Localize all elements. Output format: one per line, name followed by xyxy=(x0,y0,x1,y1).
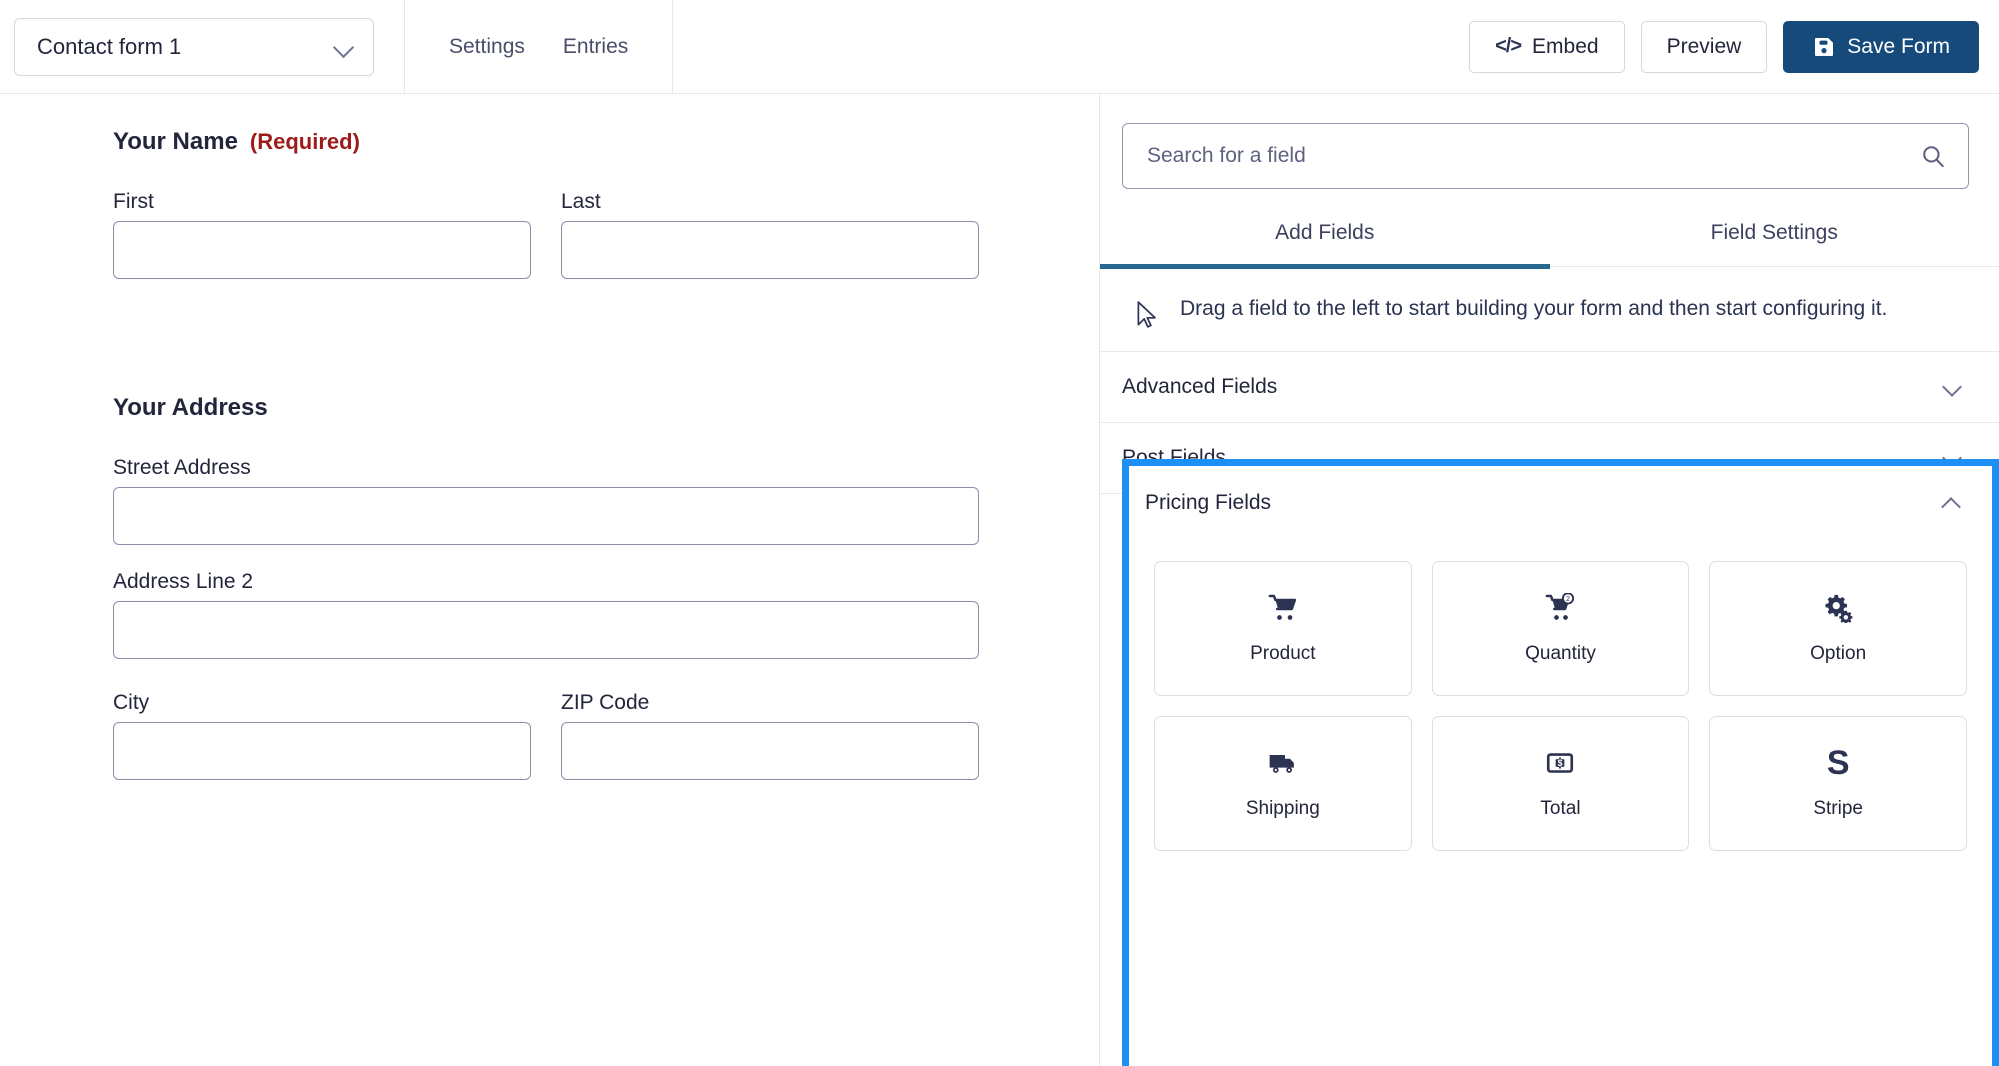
street-address-input[interactable] xyxy=(113,487,979,545)
chevron-down-icon[interactable] xyxy=(1943,377,1963,397)
address-line-2-input[interactable] xyxy=(113,601,979,659)
form-field-your-name[interactable]: Your Name (Required) First Last xyxy=(113,128,979,279)
gears-icon xyxy=(1823,593,1853,623)
svg-text:2: 2 xyxy=(1567,595,1571,602)
field-panel: Add Fields Field Settings Drag a field t… xyxy=(1100,94,1999,1066)
zip-code-input[interactable] xyxy=(561,722,979,780)
tab-entries[interactable]: Entries xyxy=(563,35,628,59)
chevron-up-icon[interactable] xyxy=(1942,493,1962,513)
field-tile-quantity-label: Quantity xyxy=(1525,643,1596,665)
preview-button[interactable]: Preview xyxy=(1641,21,1768,73)
embed-button-label: Embed xyxy=(1532,35,1599,59)
first-name-label: First xyxy=(113,190,531,214)
save-form-button[interactable]: Save Form xyxy=(1783,21,1979,73)
pricing-field-tiles: Product 2 Quantity xyxy=(1129,539,1992,851)
field-tile-total[interactable]: $ Total xyxy=(1432,716,1690,851)
accordion-pricing-fields-label: Pricing Fields xyxy=(1145,491,1942,515)
first-name-input[interactable] xyxy=(113,221,531,279)
tab-settings[interactable]: Settings xyxy=(449,35,525,59)
your-name-label: Your Name xyxy=(113,128,238,156)
top-bar-actions: </> Embed Preview Save Form xyxy=(1469,21,1979,73)
field-group-title: Your Address xyxy=(113,394,979,422)
form-field-your-address[interactable]: Your Address Street Address Address Line… xyxy=(113,394,979,780)
drag-hint-text: Drag a field to the left to start buildi… xyxy=(1180,295,1887,323)
shopping-cart-icon xyxy=(1268,593,1298,623)
field-tile-product[interactable]: Product xyxy=(1154,561,1412,696)
field-group-title: Your Name (Required) xyxy=(113,128,979,156)
field-tile-quantity[interactable]: 2 Quantity xyxy=(1432,561,1690,696)
tab-add-fields[interactable]: Add Fields xyxy=(1100,221,1550,269)
accordion-pricing-fields[interactable]: Pricing Fields xyxy=(1129,466,1992,539)
your-address-label: Your Address xyxy=(113,394,268,422)
last-name-label: Last xyxy=(561,190,979,214)
svg-text:$: $ xyxy=(1558,758,1563,768)
last-name-input[interactable] xyxy=(561,221,979,279)
street-address-label: Street Address xyxy=(113,456,979,480)
form-selector-value: Contact form 1 xyxy=(37,34,333,60)
panel-tabs: Add Fields Field Settings xyxy=(1100,221,1999,267)
form-canvas: Your Name (Required) First Last Your Add… xyxy=(0,94,1100,1066)
top-bar: Contact form 1 Settings Entries </> Embe… xyxy=(0,0,1999,94)
cursor-arrow-icon xyxy=(1136,301,1158,329)
field-tile-total-label: Total xyxy=(1540,798,1580,820)
field-tile-stripe-label: Stripe xyxy=(1813,798,1863,820)
accordion-advanced-fields[interactable]: Advanced Fields xyxy=(1100,352,1999,423)
drag-hint: Drag a field to the left to start buildi… xyxy=(1100,267,1999,329)
search-icon[interactable] xyxy=(1920,143,1946,169)
field-tile-shipping[interactable]: Shipping xyxy=(1154,716,1412,851)
dollar-bill-icon: $ xyxy=(1545,748,1575,778)
address-line-2-label: Address Line 2 xyxy=(113,570,979,594)
field-tile-option-label: Option xyxy=(1810,643,1866,665)
code-icon: </> xyxy=(1495,35,1521,58)
field-tile-stripe[interactable]: S Stripe xyxy=(1709,716,1967,851)
tab-field-settings[interactable]: Field Settings xyxy=(1550,221,1999,269)
stripe-s-icon: S xyxy=(1827,748,1850,778)
zip-code-label: ZIP Code xyxy=(561,691,979,715)
preview-button-label: Preview xyxy=(1667,35,1742,59)
chevron-down-icon xyxy=(333,36,355,58)
accordion-pricing-fields-highlight: Pricing Fields Product xyxy=(1122,459,1999,1066)
top-bar-tabs: Settings Entries xyxy=(404,0,673,94)
form-selector-dropdown[interactable]: Contact form 1 xyxy=(14,18,374,76)
field-tile-shipping-label: Shipping xyxy=(1246,798,1320,820)
save-form-button-label: Save Form xyxy=(1847,35,1950,59)
required-indicator: (Required) xyxy=(250,129,360,155)
search-input[interactable] xyxy=(1147,144,1920,168)
field-tile-option[interactable]: Option xyxy=(1709,561,1967,696)
city-label: City xyxy=(113,691,531,715)
embed-button[interactable]: </> Embed xyxy=(1469,21,1624,73)
accordion-advanced-fields-label: Advanced Fields xyxy=(1122,375,1943,399)
cart-quantity-icon: 2 xyxy=(1545,593,1575,623)
field-tile-product-label: Product xyxy=(1250,643,1315,665)
city-input[interactable] xyxy=(113,722,531,780)
save-icon xyxy=(1812,35,1836,59)
truck-icon xyxy=(1268,748,1298,778)
search-field-container[interactable] xyxy=(1122,123,1969,189)
